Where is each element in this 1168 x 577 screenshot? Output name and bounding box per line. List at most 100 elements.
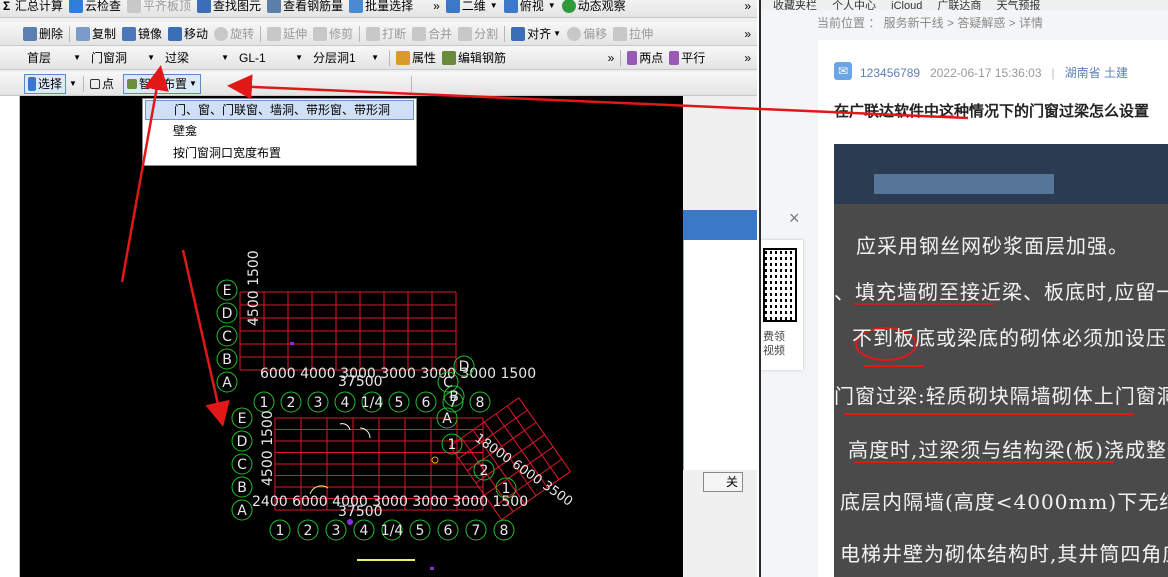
toolbar1-overflow[interactable]: » xyxy=(430,0,443,16)
wing-axis-3-label: A xyxy=(442,411,452,427)
align-dropdown[interactable]: 对齐 ▼ xyxy=(508,24,564,44)
article-photo[interactable]: 应采用钢丝网砂浆面层加强。 、填充墙砌至接近梁、板底时,应留一定空隙,待 不到板… xyxy=(834,144,1168,577)
view-rebar-button[interactable]: 查看钢筋量 xyxy=(264,0,346,16)
break-button[interactable]: 打断 xyxy=(363,24,409,44)
2d-view-icon xyxy=(445,0,460,13)
bookmark-personal-center[interactable]: 个人中心 xyxy=(832,0,876,10)
2d-view-dropdown[interactable]: 二维 ▼ xyxy=(443,0,501,16)
chevron-down-icon: ▼ xyxy=(295,53,303,62)
upper-axis-bottom-4-label: 1/4 xyxy=(361,395,384,411)
component-select[interactable]: 过梁 ▼ xyxy=(162,49,232,67)
select-button[interactable]: 选择 xyxy=(24,73,67,94)
chevron-down-icon: ▼ xyxy=(73,53,81,62)
article-meta: 123456789 2022-06-17 15:36:03 | 湖南省 土建 xyxy=(860,66,1128,80)
lower-axis-bottom-3-label: 4 xyxy=(360,523,369,539)
find-element-button[interactable]: 查找图元 xyxy=(194,0,264,16)
lower-axis-bottom-8-label: 8 xyxy=(500,523,509,539)
properties-button[interactable]: 属性 xyxy=(393,48,439,68)
menu-item-by-opening-width[interactable]: 按门窗洞口宽度布置 xyxy=(143,143,416,165)
component-type-select[interactable]: 门窗洞 ▼ xyxy=(88,49,158,67)
menu-item-doors-windows[interactable]: 门、窗、门联窗、墙洞、带形窗、带形洞 xyxy=(145,100,414,120)
select-dropdown[interactable]: ▼ xyxy=(66,74,80,94)
marker-dot-2 xyxy=(431,456,439,464)
upper-axis-bottom-0-label: 1 xyxy=(260,395,269,411)
offset-button[interactable]: 偏移 xyxy=(564,24,610,44)
wing-axis-0-label: D xyxy=(459,359,470,375)
extend-button[interactable]: 延伸 xyxy=(264,24,310,44)
lower-axis-bottom-6-label: 6 xyxy=(444,523,453,539)
smart-layout-icon xyxy=(126,78,137,89)
break-icon xyxy=(366,26,381,41)
move-button[interactable]: 移动 xyxy=(165,24,211,44)
align-slab-top-button[interactable]: 平齐板顶 xyxy=(124,0,194,16)
lower-axis-left-A-label: A xyxy=(237,503,247,519)
merge-button[interactable]: 合并 xyxy=(409,24,455,44)
point-button[interactable]: 点 xyxy=(87,74,117,94)
sigma-icon: Σ xyxy=(3,0,11,13)
stretch-button[interactable]: 拉伸 xyxy=(610,24,656,44)
toolbar2-more[interactable]: » xyxy=(738,27,757,41)
wing-axis-6-label: 1 xyxy=(502,481,511,497)
lower-axis-left-E-label: E xyxy=(238,411,247,427)
cloud-check-button[interactable]: 云检查 xyxy=(66,0,124,16)
member-select[interactable]: GL-1 ▼ xyxy=(236,49,306,67)
toolbar3-more[interactable]: » xyxy=(738,51,757,65)
upper-axis-left-A-label: A xyxy=(222,375,232,391)
sum-calc-button[interactable]: Σ 汇总计算 xyxy=(0,0,66,16)
toolbar3-mid-more[interactable]: » xyxy=(605,48,618,68)
mirror-button[interactable]: 镜像 xyxy=(119,24,165,44)
wing-v6 xyxy=(518,397,571,472)
edit-rebar-button[interactable]: 编辑钢筋 xyxy=(439,48,509,68)
edit-rebar-icon xyxy=(442,50,457,65)
dialog-body xyxy=(683,240,757,470)
qr-close-icon[interactable]: × xyxy=(789,208,800,229)
bookmark-icloud[interactable]: iCloud xyxy=(891,0,922,10)
bookmark-glodon[interactable]: 广联达商 xyxy=(937,0,981,10)
upper-left-dimension: 4500 1500 xyxy=(246,250,262,326)
two-point-button[interactable]: 两点 xyxy=(624,48,666,68)
menu-item-niche[interactable]: 壁龛 xyxy=(143,121,416,143)
component-toolbar: 首层 ▼ 门窗洞 ▼ 过梁 ▼ GL-1 ▼ 分层洞1 ▼ 属性 编辑钢筋 » 两点 平行… xyxy=(0,46,757,70)
view-rebar-icon xyxy=(267,0,282,13)
top-view-dropdown[interactable]: 俯视 ▼ xyxy=(501,0,559,16)
bookmarks-bar: 收藏夹栏 个人中心 iCloud 广联达商 天气预报 xyxy=(761,0,1168,10)
delete-icon xyxy=(23,26,37,41)
move-icon xyxy=(168,26,183,41)
delete-button[interactable]: 删除 xyxy=(20,24,66,44)
split-button[interactable]: 分割 xyxy=(455,24,501,44)
qr-code-icon[interactable] xyxy=(763,248,797,322)
lower-axis-bottom-1-label: 2 xyxy=(304,523,313,539)
cad-application-window: Σ 汇总计算 云检查 平齐板顶 查找图元 查看钢筋量 批量选择 » 二维 ▼ 俯视 ▼… xyxy=(0,0,757,577)
smart-layout-dropdown[interactable]: 智能布置 ▼ xyxy=(122,73,201,94)
upper-axis-left-E-label: E xyxy=(223,283,232,299)
upper-axis-bottom-5-label: 5 xyxy=(395,395,404,411)
trim-button[interactable]: 修剪 xyxy=(310,24,356,44)
floor-select[interactable]: 首层 ▼ xyxy=(24,49,84,67)
post-location: 湖南省 土建 xyxy=(1064,66,1128,80)
batch-select-button[interactable]: 批量选择 xyxy=(346,0,416,16)
lower-axis-left-B-label: B xyxy=(237,480,247,496)
photo-line-2: 、填充墙砌至接近梁、板底时,应留一定空隙,待 xyxy=(834,280,1168,304)
orbit-view-button[interactable]: 动态观察 xyxy=(559,0,629,16)
dialog-close-button[interactable]: 关 xyxy=(703,472,743,492)
author-id[interactable]: 123456789 xyxy=(860,66,920,80)
lower-axis-bottom-0-label: 1 xyxy=(276,523,285,539)
drawing-canvas[interactable]: E D C B A 1 2 3 4 1/4 5 6 7 8 4500 1500 6000 4000 3000 … xyxy=(20,96,683,577)
wing-axis-4-label: 1 xyxy=(448,437,457,453)
avatar[interactable]: ✉ xyxy=(834,62,852,80)
toolbar1-more[interactable]: » xyxy=(738,0,757,13)
copy-button[interactable]: 复制 xyxy=(73,24,119,44)
marker-dot-1 xyxy=(347,519,353,525)
upper-total-dimension: 37500 xyxy=(338,374,383,390)
upper-bottom-dimensions: 6000 4000 3000 3000 3000 3000 1500 xyxy=(260,366,536,382)
bookmark-weather[interactable]: 天气预报 xyxy=(996,0,1040,10)
bookmark-favorites[interactable]: 收藏夹栏 xyxy=(773,0,817,10)
qr-promo-label: 费领 视频 xyxy=(763,331,785,357)
left-panel-strip xyxy=(0,96,20,577)
marker-dot-3 xyxy=(290,342,294,345)
rotate-button[interactable]: 旋转 xyxy=(211,24,257,44)
photo-line-3: 不到板底或梁底的砌体必须加设压顶梁,梁宽 xyxy=(852,326,1168,350)
properties-icon xyxy=(396,50,410,65)
parallel-button[interactable]: 平行 xyxy=(666,48,708,68)
layer-select[interactable]: 分层洞1 ▼ xyxy=(310,49,382,67)
